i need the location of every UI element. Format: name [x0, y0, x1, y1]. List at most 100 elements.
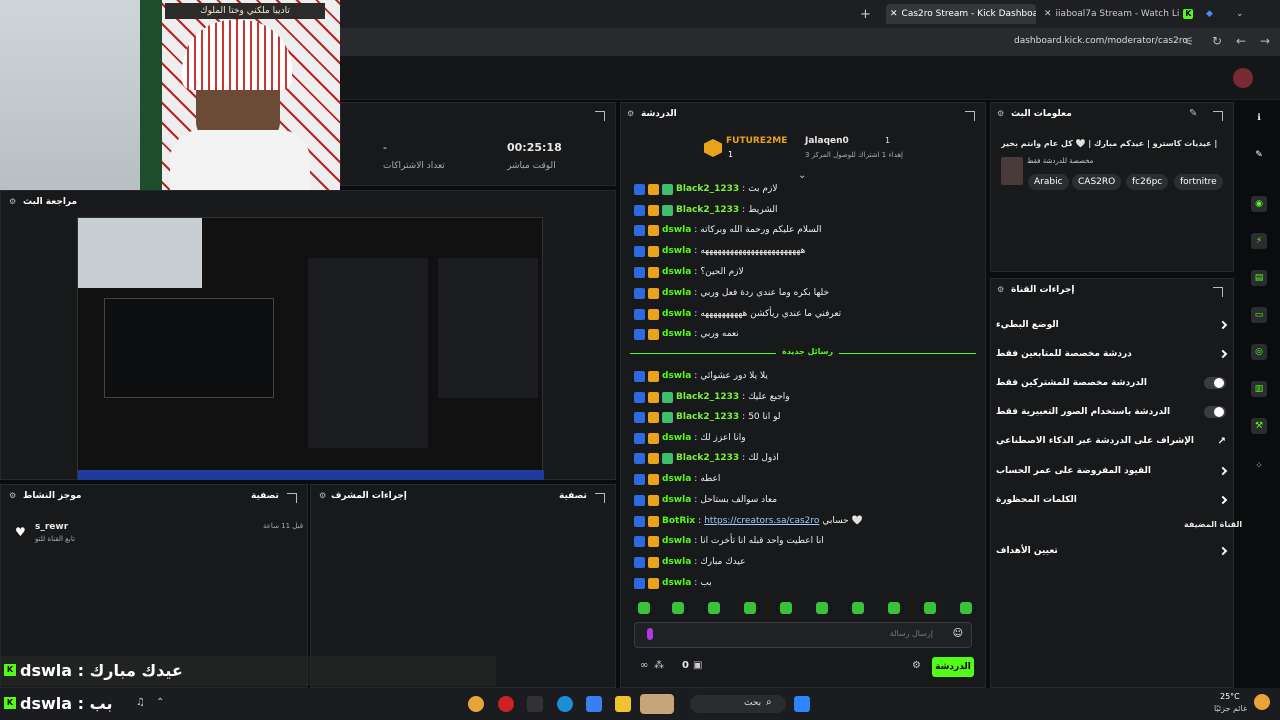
link-icon[interactable]: ∞ — [640, 660, 648, 671]
chat-username[interactable]: Black2_1233 — [676, 392, 739, 402]
microphone-icon[interactable] — [647, 628, 653, 640]
channel-action-item[interactable]: الإشراف على الدردشة عبر الذكاء الاصطناعي… — [996, 433, 1226, 449]
tag-fortnitre[interactable]: fortnitre — [1174, 174, 1223, 190]
expand-icon[interactable] — [595, 493, 605, 503]
activity-user[interactable]: s_rewr — [35, 522, 68, 532]
extension-icon[interactable]: ◆ — [1206, 4, 1218, 24]
channel-action-item[interactable]: الدردشة مخصصة للمشتركين فقط — [996, 375, 1226, 391]
broadcast-icon[interactable]: ◎ — [1251, 344, 1267, 360]
avatar[interactable] — [1233, 68, 1253, 88]
toggle-switch[interactable] — [1204, 406, 1226, 418]
url-field[interactable]: dashboard.kick.com/moderator/cas2ro — [1014, 36, 1188, 46]
emote-icon[interactable] — [852, 602, 864, 614]
expand-icon[interactable] — [287, 493, 297, 503]
chat-username[interactable]: dswla — [662, 474, 691, 484]
chat-bubble-icon[interactable]: ▭ — [1251, 307, 1267, 323]
chat-username[interactable]: dswla — [662, 288, 691, 298]
tab-iiaboal7a-stream[interactable]: ✕ iiaboal7a Stream - Watch Li K — [1044, 4, 1194, 24]
info-icon[interactable]: ℹ — [1251, 110, 1267, 126]
reload-icon[interactable]: ↻ — [1212, 34, 1222, 48]
chat-username[interactable]: Black2_1233 — [676, 453, 739, 463]
tag-cas2ro[interactable]: CAS2RO — [1072, 174, 1122, 190]
emote-icon[interactable] — [672, 602, 684, 614]
chevron-down-icon[interactable]: ⌄ — [798, 170, 806, 181]
chat-username[interactable]: dswla — [662, 267, 691, 277]
pinned-user-1[interactable]: FUTURE2ME — [726, 136, 787, 146]
gear-icon[interactable]: ⚙ — [997, 109, 1004, 118]
camera-icon[interactable]: ◉ — [1251, 196, 1267, 212]
chat-input[interactable]: إرسال رسالة ☺ — [634, 622, 972, 648]
emoji-icon[interactable]: ☺ — [953, 628, 963, 639]
tab-search-icon[interactable]: ⌄ — [1236, 4, 1248, 24]
layout-icon[interactable]: ▥ — [1251, 381, 1267, 397]
tag-fc26pc[interactable]: fc26pc — [1126, 174, 1169, 190]
chat-settings-icon[interactable]: ⚙ — [912, 660, 921, 671]
chat-username[interactable]: dswla — [662, 578, 691, 588]
chat-link[interactable]: https://creators.sa/cas2ro — [704, 516, 819, 526]
close-tab-icon[interactable]: ✕ — [1044, 9, 1052, 19]
emote-icon[interactable] — [780, 602, 792, 614]
tray-overflow-icon[interactable]: ⌃ — [156, 697, 164, 708]
edge-icon[interactable] — [557, 696, 573, 712]
emote-icon[interactable] — [960, 602, 972, 614]
emote-icon[interactable] — [888, 602, 900, 614]
expand-icon[interactable] — [965, 111, 975, 121]
pinned-user-2[interactable]: Jalaqen0 — [805, 136, 849, 146]
gear-icon[interactable]: ⚙ — [627, 109, 634, 118]
customize-icon[interactable]: ⚟ — [1184, 35, 1194, 48]
users-icon[interactable]: ⁂ — [654, 660, 664, 671]
add-widget-icon[interactable]: ⁘ — [1251, 458, 1267, 474]
emote-icon[interactable] — [744, 602, 756, 614]
chat-username[interactable]: Black2_1233 — [676, 205, 739, 215]
back-icon[interactable]: ← — [1236, 34, 1246, 48]
expand-icon[interactable] — [595, 111, 605, 121]
close-tab-icon[interactable]: ✕ — [890, 9, 898, 19]
chat-username[interactable]: dswla — [662, 225, 691, 235]
activity-filter-button[interactable]: تصفية — [251, 491, 279, 501]
pinned-app-thumbnail[interactable] — [640, 694, 674, 714]
document-icon[interactable]: ▤ — [1251, 270, 1267, 286]
mic-tray-icon[interactable]: ♫ — [136, 697, 145, 708]
category-name[interactable]: مخصصة للدردشة فقط — [1027, 157, 1093, 165]
new-tab-button[interactable]: + — [860, 4, 872, 24]
gift-icon[interactable]: ▣ — [693, 660, 702, 671]
app-red-icon[interactable] — [498, 696, 514, 712]
channel-action-item[interactable]: الكلمات المحظورة — [996, 492, 1228, 508]
chat-username[interactable]: dswla — [662, 371, 691, 381]
emote-icon[interactable] — [816, 602, 828, 614]
store-icon[interactable] — [586, 696, 602, 712]
edit-icon[interactable]: ✎ — [1189, 108, 1197, 119]
channel-action-item[interactable]: الوضع البطيء — [996, 317, 1228, 333]
app-dark-icon[interactable] — [527, 696, 543, 712]
chat-username[interactable]: dswla — [662, 536, 691, 546]
forward-icon[interactable]: → — [1260, 34, 1270, 48]
set-goals-item[interactable]: تعيين الأهداف — [996, 543, 1228, 559]
chat-username[interactable]: dswla — [662, 329, 691, 339]
tag-arabic[interactable]: Arabic — [1028, 174, 1069, 190]
chat-username[interactable]: dswla — [662, 309, 691, 319]
chat-username[interactable]: dswla — [662, 557, 691, 567]
weather-temp[interactable]: 25°C — [1220, 692, 1240, 701]
emote-icon[interactable] — [924, 602, 936, 614]
channel-action-item[interactable]: دردشة مخصصة للمتابعين فقط — [996, 346, 1228, 362]
gear-icon[interactable]: ⚙ — [319, 491, 326, 500]
taskbar-search[interactable]: بحث ⌕ — [690, 695, 786, 713]
gear-icon[interactable]: ⚙ — [997, 285, 1004, 294]
gear-icon[interactable]: ⚙ — [9, 491, 16, 500]
lightning-icon[interactable]: ⚡ — [1251, 233, 1267, 249]
send-chat-button[interactable]: الدردشة — [932, 657, 974, 677]
file-explorer-icon[interactable] — [615, 696, 631, 712]
chat-username[interactable]: dswla — [662, 495, 691, 505]
chat-username[interactable]: BotRix — [662, 516, 695, 526]
channel-action-item[interactable]: الدردشة باستخدام الصور التعبيرية فقط — [996, 404, 1226, 420]
mod-filter-button[interactable]: تصفية — [559, 491, 587, 501]
emote-icon[interactable] — [638, 602, 650, 614]
emote-icon[interactable] — [708, 602, 720, 614]
expand-icon[interactable] — [1213, 287, 1223, 297]
channel-action-item[interactable]: القيود المفروضة على عمر الحساب — [996, 463, 1228, 479]
stream-preview[interactable] — [77, 217, 544, 480]
start-icon[interactable] — [794, 696, 810, 712]
tab-cas2ro-dashboard[interactable]: ✕ Cas2ro Stream - Kick Dashboa K — [886, 4, 1036, 24]
chat-username[interactable]: Black2_1233 — [676, 412, 739, 422]
pencil-icon[interactable]: ✎ — [1251, 147, 1267, 163]
